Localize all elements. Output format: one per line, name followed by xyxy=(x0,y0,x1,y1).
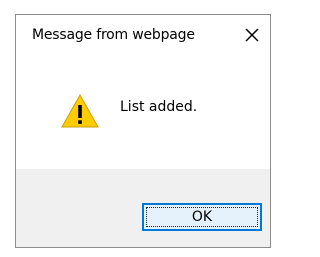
close-icon[interactable] xyxy=(240,23,264,47)
ok-button[interactable]: OK xyxy=(142,203,262,231)
dialog-title: Message from webpage xyxy=(32,27,195,43)
dialog-content: List added. xyxy=(16,59,270,169)
message-dialog: Message from webpage List added. OK xyxy=(15,14,271,248)
dialog-titlebar: Message from webpage xyxy=(16,15,270,59)
dialog-footer: OK xyxy=(16,169,270,247)
ok-button-label: OK xyxy=(146,207,258,227)
warning-icon xyxy=(61,93,99,128)
dialog-message: List added. xyxy=(120,99,198,115)
